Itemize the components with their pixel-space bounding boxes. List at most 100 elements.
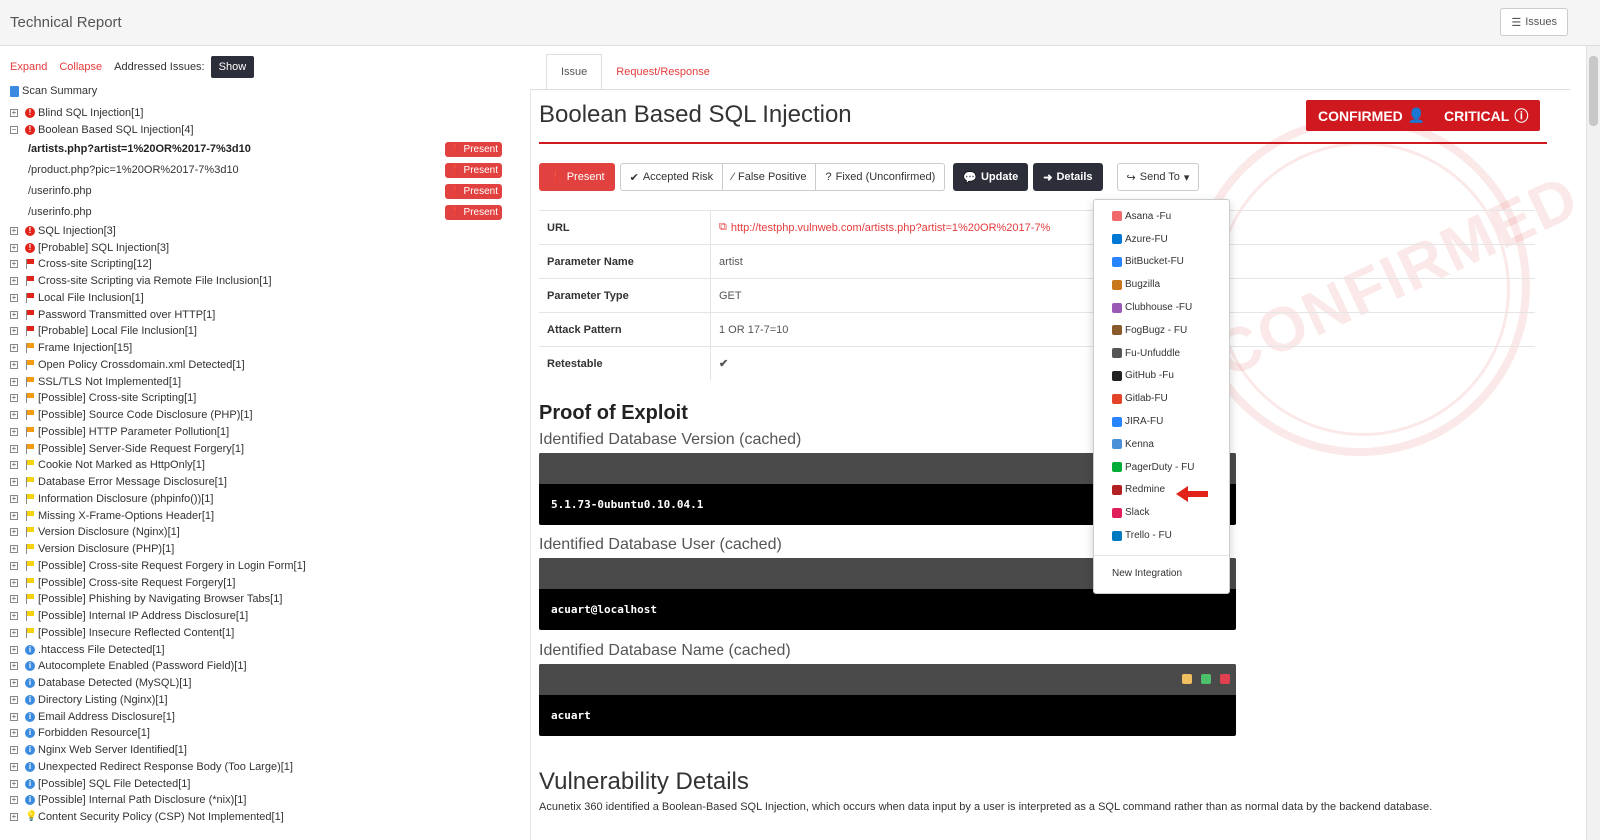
integration-item[interactable]: Kenna [1094,433,1229,456]
tree-item[interactable]: +! SQL Injection[3] [10,223,520,240]
tree-item[interactable]: + i Database Detected (MySQL)[1] [10,675,520,692]
new-integration-item[interactable]: New Integration [1094,562,1229,585]
url-link[interactable]: ⧉ http://testphp.vulnweb.com/artists.php?… [711,221,1050,234]
expand-toggle-icon[interactable]: + [10,394,18,403]
tree-child-item[interactable]: /product.php?pic=1%20OR%2017-7%3d10 ❗ Pres… [10,160,520,181]
present-badge[interactable]: ❗ Present [445,141,502,157]
tree-item[interactable]: + Cookie Not Marked as HttpOnly[1] [10,457,520,474]
expand-toggle-icon[interactable]: + [10,260,18,269]
scrollbar[interactable] [1586,46,1600,840]
integration-item[interactable]: GitHub -Fu [1094,365,1229,388]
expand-toggle-icon[interactable]: + [10,695,18,704]
present-badge[interactable]: ❗ Present [445,162,502,178]
tree-item[interactable]: + i [Possible] SQL File Detected[1] [10,775,520,792]
tree-item[interactable]: + Version Disclosure (Nginx)[1] [10,524,520,541]
false-positive-button[interactable]: ⁄ False Positive [723,163,817,191]
integration-item[interactable]: JIRA-FU [1094,410,1229,433]
expand-toggle-icon[interactable]: + [10,327,18,336]
expand-toggle-icon[interactable]: + [10,293,18,302]
details-button[interactable]: ➜ Details [1033,163,1103,191]
scrollbar-thumb[interactable] [1589,56,1598,126]
tree-item[interactable]: + [Possible] Source Code Disclosure (PHP)… [10,407,520,424]
update-button[interactable]: 💬 Update [953,163,1029,191]
integration-item[interactable]: Azure-FU [1094,228,1229,251]
tree-item[interactable]: +! [Probable] SQL Injection[3] [10,239,520,256]
tree-item[interactable]: +! Blind SQL Injection[1] [10,105,520,122]
expand-toggle-icon[interactable]: + [10,344,18,353]
expand-toggle-icon[interactable]: + [10,461,18,470]
expand-toggle-icon[interactable]: + [10,310,18,319]
tree-item[interactable]: + Cross-site Scripting[12] [10,256,520,273]
expand-toggle-icon[interactable]: + [10,595,18,604]
expand-toggle-icon[interactable]: + [10,796,18,805]
tree-item[interactable]: + 💡 Content Security Policy (CSP) Not Impl… [10,809,520,826]
expand-toggle-icon[interactable]: + [10,545,18,554]
tree-item[interactable]: + i .htaccess File Detected[1] [10,641,520,658]
tree-item[interactable]: + i Autocomplete Enabled (Password Field)[… [10,658,520,675]
expand-toggle-icon[interactable]: + [10,762,18,771]
expand-toggle-icon[interactable]: + [10,628,18,637]
integration-item[interactable]: BitBucket-FU [1094,251,1229,274]
tree-item[interactable]: + [Possible] Insecure Reflected Content[1… [10,625,520,642]
expand-toggle-icon[interactable]: + [10,511,18,520]
integration-item[interactable]: Asana -Fu [1094,205,1229,228]
issues-button[interactable]: ☰ Issues [1500,8,1568,36]
expand-toggle-icon[interactable]: + [10,729,18,738]
integration-item[interactable]: Trello - FU [1094,524,1229,547]
tree-item[interactable]: + Cross-site Scripting via Remote File In… [10,273,520,290]
expand-toggle-icon[interactable]: + [10,528,18,537]
integration-item[interactable]: Slack [1094,501,1229,524]
expand-toggle-icon[interactable]: + [10,494,18,503]
tree-item[interactable]: + Open Policy Crossdomain.xml Detected[1] [10,357,520,374]
tree-item[interactable]: + Missing X-Frame-Options Header[1] [10,507,520,524]
tree-item[interactable]: + Information Disclosure (phpinfo())[1] [10,491,520,508]
integration-item[interactable]: FogBugz - FU [1094,319,1229,342]
tree-item[interactable]: + i Forbidden Resource[1] [10,725,520,742]
integration-item[interactable]: PagerDuty - FU [1094,456,1229,479]
expand-toggle-icon[interactable]: + [10,712,18,721]
present-badge[interactable]: ❗ Present [445,183,502,199]
expand-toggle-icon[interactable]: + [10,746,18,755]
tree-item[interactable]: + Version Disclosure (PHP)[1] [10,541,520,558]
tree-item[interactable]: + [Possible] Server-Side Request Forgery[… [10,440,520,457]
expand-toggle-icon[interactable]: + [10,813,18,822]
expand-toggle-icon[interactable]: + [10,109,18,118]
expand-toggle-icon[interactable]: + [10,444,18,453]
present-button[interactable]: ❗ Present [539,163,615,191]
tree-item[interactable]: + i Unexpected Redirect Response Body (Too… [10,759,520,776]
integration-item[interactable]: Gitlab-FU [1094,387,1229,410]
tree-item[interactable]: + [Probable] Local File Inclusion[1] [10,323,520,340]
tree-item[interactable]: + [Possible] Cross-site Scripting[1] [10,390,520,407]
tree-item[interactable]: + SSL/TLS Not Implemented[1] [10,373,520,390]
tab-request-response[interactable]: Request/Response [602,54,724,90]
tree-item[interactable]: + i [Possible] Internal Path Disclosure (*… [10,792,520,809]
tree-child-item[interactable]: /userinfo.php ❗ Present [10,202,520,223]
fixed-unconfirmed-button[interactable]: ? Fixed (Unconfirmed) [816,163,946,191]
expand-toggle-icon[interactable]: + [10,679,18,688]
tree-item[interactable]: + Password Transmitted over HTTP[1] [10,306,520,323]
expand-toggle-icon[interactable]: + [10,612,18,621]
expand-toggle-icon[interactable]: + [10,360,18,369]
expand-toggle-icon[interactable]: + [10,226,18,235]
expand-toggle-icon[interactable]: + [10,411,18,420]
expand-link[interactable]: Expand [10,61,47,73]
send-to-button[interactable]: ↪ Send To ▾ [1116,163,1200,191]
scan-summary-link[interactable]: Scan Summary [10,85,97,97]
tree-item[interactable]: + Frame Injection[15] [10,340,520,357]
expand-toggle-icon[interactable]: + [10,578,18,587]
tree-item[interactable]: + [Possible] Phishing by Navigating Brows… [10,591,520,608]
tree-item[interactable]: + Local File Inclusion[1] [10,290,520,307]
tree-item[interactable]: + [Possible] HTTP Parameter Pollution[1] [10,424,520,441]
present-badge[interactable]: ❗ Present [445,204,502,220]
integration-item[interactable]: Redmine [1094,479,1229,502]
expand-toggle-icon[interactable]: + [10,645,18,654]
tree-item[interactable]: + i Email Address Disclosure[1] [10,708,520,725]
collapse-toggle-icon[interactable]: − [10,126,18,135]
show-addressed-button[interactable]: Show [210,56,255,78]
expand-toggle-icon[interactable]: + [10,427,18,436]
integration-item[interactable]: Fu-Unfuddle [1094,342,1229,365]
tree-item[interactable]: + [Possible] Cross-site Request Forgery i… [10,558,520,575]
expand-toggle-icon[interactable]: + [10,561,18,570]
collapse-link[interactable]: Collapse [59,61,102,73]
tree-item[interactable]: + i Directory Listing (Nginx)[1] [10,692,520,709]
